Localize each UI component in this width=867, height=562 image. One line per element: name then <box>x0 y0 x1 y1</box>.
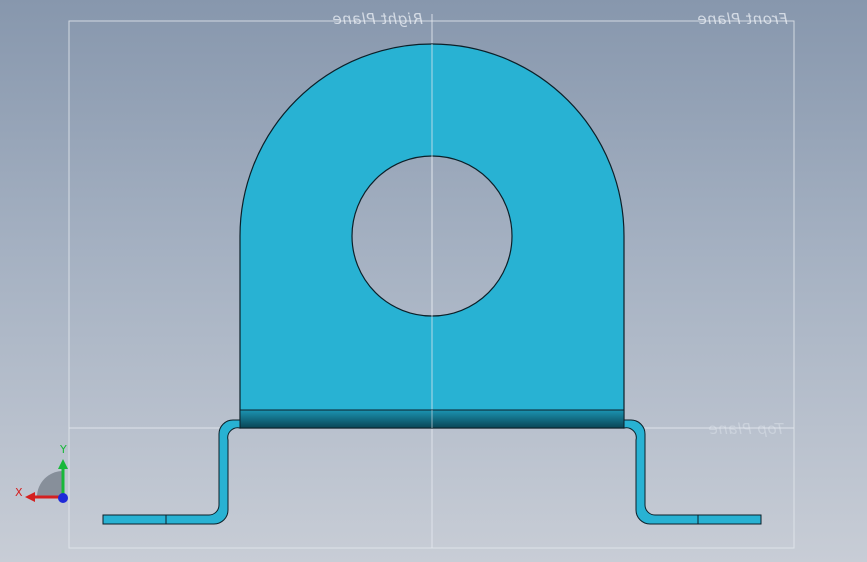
triad-z-axis-icon <box>58 493 68 503</box>
left-leg-profile[interactable] <box>102 419 241 525</box>
triad-y-label: Y <box>60 443 67 456</box>
triad-x-label: X <box>15 486 23 499</box>
triad-plane-quadrant-icon <box>37 471 63 497</box>
reference-triad[interactable] <box>25 459 68 503</box>
model-scene[interactable] <box>0 0 867 562</box>
triad-x-arrow-icon <box>25 492 35 502</box>
graphics-viewport[interactable]: Right Plane Front Plane Top Plane Y X <box>0 0 867 562</box>
triad-y-arrow-icon <box>58 459 68 469</box>
front-plane-label[interactable]: Front Plane <box>697 10 788 28</box>
top-plane-label[interactable]: Top Plane <box>708 420 784 438</box>
right-plane-label[interactable]: Right Plane <box>332 10 423 28</box>
